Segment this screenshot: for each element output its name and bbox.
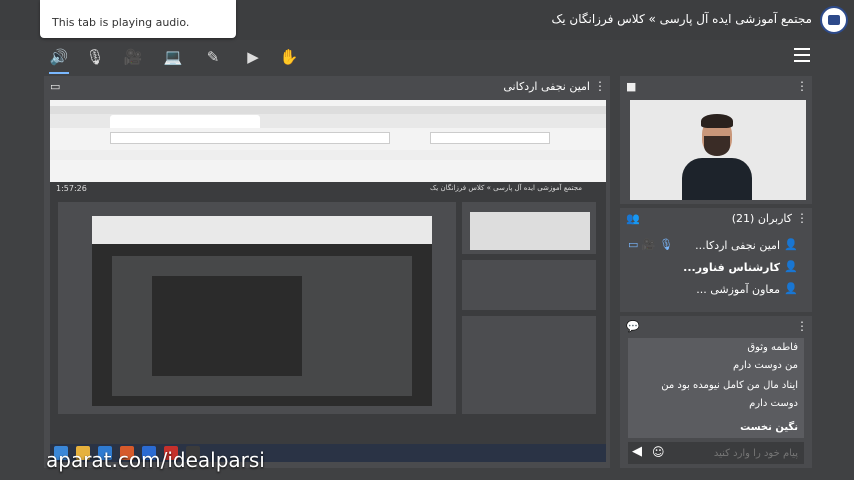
nested-classroom: 1:57:26 مجتمع آموزشی ایده آل پارسی » کلا… bbox=[50, 182, 606, 462]
chat-input-bar: ◀ ☺ bbox=[628, 442, 804, 464]
chat-header: 💬 ⋮ bbox=[620, 316, 812, 338]
tooltip-text: This tab is playing audio. bbox=[52, 16, 190, 29]
share-title: امین نجفی اردکانی bbox=[503, 80, 590, 93]
inner-timer: 1:57:26 bbox=[56, 184, 87, 193]
chat-message: ایناد مال من کامل نیومده بود من bbox=[661, 380, 798, 391]
webcam-header: ■ ⋮ bbox=[620, 76, 812, 98]
chat-message: دوست دارم bbox=[749, 398, 798, 409]
audio-tooltip: This tab is playing audio. bbox=[40, 0, 236, 38]
user-name: امین نجفی اردکا... bbox=[695, 239, 780, 252]
speaker-icon[interactable]: 🔊 bbox=[48, 46, 70, 74]
camera-icon: ■ bbox=[626, 80, 637, 93]
send-icon[interactable]: ◀ bbox=[632, 444, 642, 459]
kebab-icon[interactable]: ⋮ bbox=[796, 211, 808, 225]
user-name: کارشناس فناور... bbox=[683, 261, 780, 274]
chat-message: نگین نخست bbox=[740, 422, 798, 433]
kebab-icon[interactable]: ⋮ bbox=[796, 79, 808, 93]
webcam-panel: ■ ⋮ bbox=[620, 76, 812, 204]
inner-chat bbox=[462, 316, 596, 414]
chat-input[interactable] bbox=[668, 445, 798, 461]
screen-share-panel: ▭ امین نجفی اردکانی ⋮ 1:57:26 مجتمع آموز… bbox=[44, 76, 610, 468]
users-icon: 👥 bbox=[626, 212, 640, 225]
screen-share-icon[interactable]: 💻 bbox=[162, 46, 184, 68]
chat-icon: 💬 bbox=[626, 320, 640, 333]
present-icon[interactable]: ▶ bbox=[242, 46, 264, 68]
users-panel: 👥 کاربران (21) ⋮ 👤 امین نجفی اردکا... 🎙 … bbox=[620, 208, 812, 312]
inner-share bbox=[58, 202, 456, 414]
inner-video bbox=[462, 202, 596, 254]
camera-icon[interactable]: 🎥 bbox=[122, 46, 144, 68]
pen-icon[interactable]: ✎ bbox=[202, 46, 224, 68]
users-title: کاربران (21) bbox=[731, 212, 792, 225]
user-row[interactable]: 👤 کارشناس فناور... bbox=[628, 258, 798, 278]
user-icon: 👤 bbox=[784, 238, 798, 251]
breadcrumb[interactable]: مجتمع آموزشی ایده آل پارسی » کلاس فرزانگ… bbox=[552, 12, 812, 26]
toolbar: 🔊 🎙 🎥 💻 ✎ ▶ ✋ bbox=[36, 42, 818, 74]
webcam-feed bbox=[630, 100, 806, 200]
inner-users bbox=[462, 260, 596, 310]
monitor-icon: ▭ bbox=[50, 80, 61, 93]
kebab-icon[interactable]: ⋮ bbox=[594, 79, 606, 93]
menu-icon[interactable] bbox=[794, 48, 810, 62]
share-header: ▭ امین نجفی اردکانی ⋮ bbox=[44, 76, 610, 98]
shared-browser bbox=[50, 100, 606, 182]
kebab-icon[interactable]: ⋮ bbox=[796, 319, 808, 333]
chat-message: فاطمه وثوق bbox=[747, 342, 798, 353]
chat-panel: 💬 ⋮ فاطمه وثوق من دوست دارم ایناد مال من… bbox=[620, 316, 812, 468]
user-icon: 👤 bbox=[784, 282, 798, 295]
top-bar: This tab is playing audio. مجتمع آموزشی … bbox=[0, 0, 854, 40]
user-row[interactable]: 👤 معاون آموزشی ... bbox=[628, 280, 798, 300]
mic-muted-icon[interactable]: 🎙 bbox=[84, 46, 106, 68]
inner-breadcrumb: مجتمع آموزشی ایده آل پارسی » کلاس فرزانگ… bbox=[430, 184, 582, 192]
user-name: معاون آموزشی ... bbox=[696, 283, 780, 296]
chat-message: من دوست دارم bbox=[732, 360, 798, 371]
user-icon: 👤 bbox=[784, 260, 798, 273]
shared-screen: 1:57:26 مجتمع آموزشی ایده آل پارسی » کلا… bbox=[50, 100, 606, 462]
mic-cam-screen-icon: 🎙 🎥 ▭ bbox=[628, 238, 674, 251]
users-header: 👥 کاربران (21) ⋮ bbox=[620, 208, 812, 230]
watermark: aparat.com/idealparsi bbox=[46, 448, 265, 472]
emoji-icon[interactable]: ☺ bbox=[652, 445, 665, 459]
user-row[interactable]: 👤 امین نجفی اردکا... 🎙 🎥 ▭ bbox=[628, 236, 798, 256]
logo bbox=[820, 6, 848, 34]
chat-messages[interactable]: فاطمه وثوق من دوست دارم ایناد مال من کام… bbox=[628, 338, 804, 438]
app-window: This tab is playing audio. مجتمع آموزشی … bbox=[0, 0, 854, 480]
raise-hand-icon[interactable]: ✋ bbox=[278, 46, 300, 68]
